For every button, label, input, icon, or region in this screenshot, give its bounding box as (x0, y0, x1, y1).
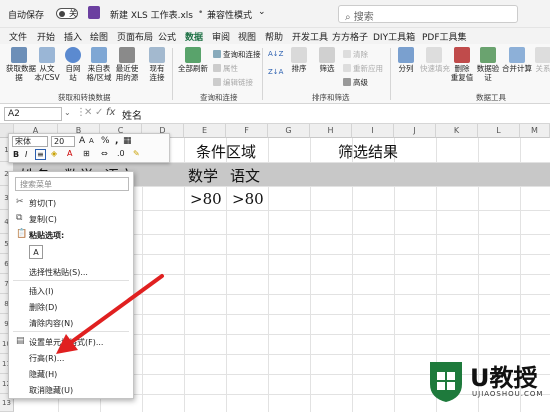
watermark-logo: U教授 UJIAOSHOU.COM (426, 356, 548, 408)
shield-icon (430, 362, 462, 402)
watermark-url: UJIAOSHOU.COM (472, 390, 544, 398)
annotation-arrow (56, 274, 164, 354)
watermark-text: U教授 (470, 364, 538, 392)
